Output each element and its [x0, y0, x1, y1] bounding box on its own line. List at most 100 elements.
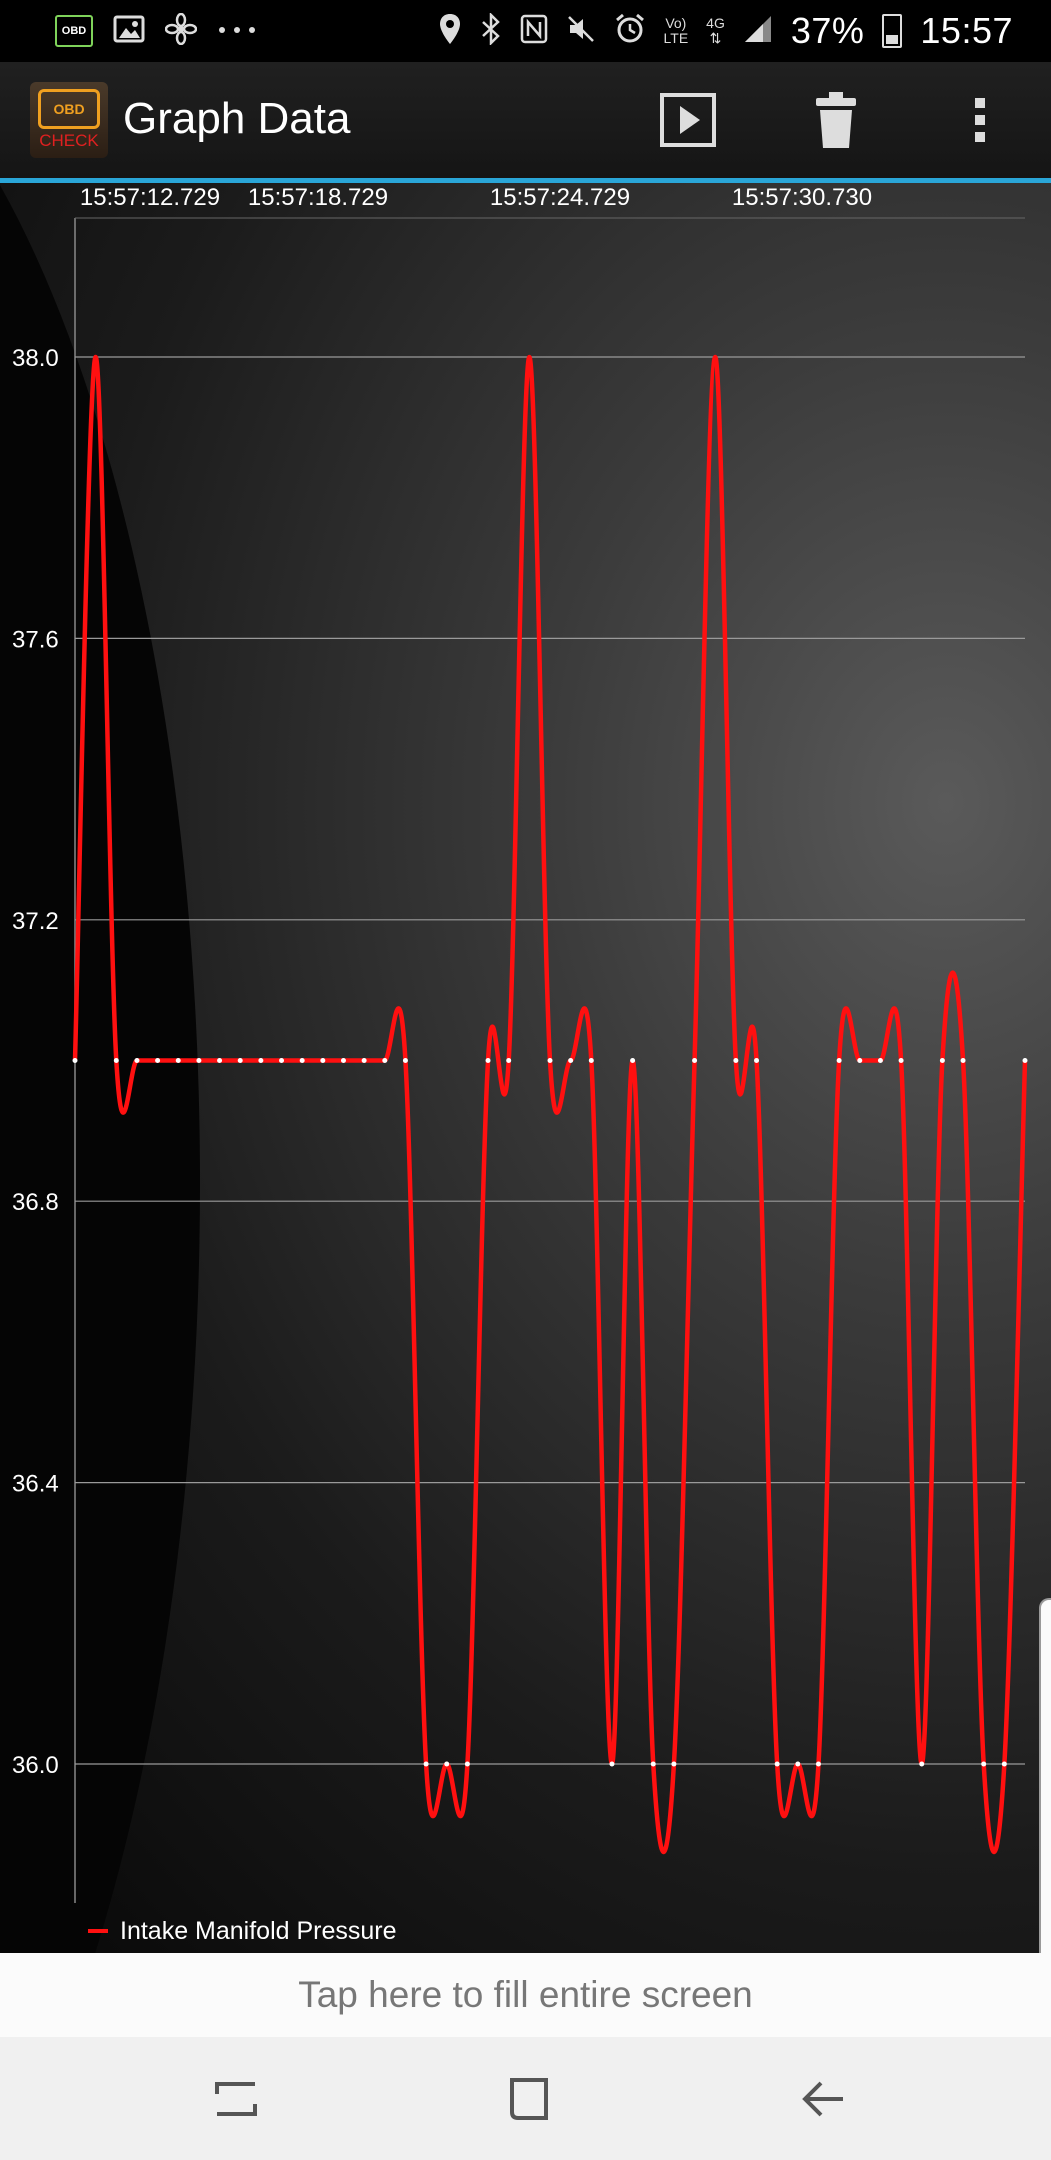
recent-apps-button[interactable] — [204, 2067, 268, 2131]
data-point — [217, 1058, 223, 1063]
data-point — [588, 1058, 594, 1063]
home-button[interactable] — [497, 2067, 561, 2131]
data-point — [175, 1058, 181, 1063]
data-point — [650, 1761, 656, 1767]
data-point — [258, 1058, 264, 1063]
data-point — [877, 1058, 883, 1063]
x-tick-label: 15:57:18.729 — [248, 184, 388, 211]
data-point — [857, 1058, 863, 1063]
overflow-menu-button[interactable] — [950, 90, 1010, 150]
data-point — [733, 1058, 739, 1063]
image-icon — [113, 14, 145, 49]
y-tick-label: 37.6 — [12, 626, 59, 653]
data-point — [279, 1058, 285, 1063]
x-tick-label: 15:57:12.729 — [80, 184, 220, 211]
data-point — [444, 1761, 450, 1767]
data-point — [836, 1058, 842, 1063]
app-logo-top-label: OBD — [53, 101, 85, 117]
data-point — [382, 1058, 388, 1063]
data-point — [134, 1058, 140, 1063]
x-tick-label: 15:57:30.730 — [732, 184, 872, 211]
home-icon — [510, 2078, 548, 2120]
data-point — [72, 1058, 78, 1063]
battery-percent: 37% — [790, 10, 865, 51]
data-point — [898, 1058, 904, 1063]
data-point — [547, 1058, 553, 1063]
status-bar-system: Vo) LTE 4G ⇅ 37% 15:57 — [438, 6, 1013, 56]
volte-indicator: Vo) LTE — [664, 16, 689, 46]
battery-icon — [882, 14, 903, 48]
data-point — [939, 1058, 945, 1063]
data-point — [299, 1058, 305, 1063]
y-tick-label: 38.0 — [12, 345, 59, 372]
app-bar: OBD CHECK Graph Data — [0, 62, 1051, 183]
status-bar: OBD Vo) LTE 4G ⇅ 37% 15:57 — [0, 0, 1051, 62]
navigation-bar — [0, 2037, 1051, 2160]
network-4g-indicator: 4G ⇅ — [706, 16, 725, 46]
fill-screen-label: Tap here to fill entire screen — [298, 1974, 753, 2015]
network-4g-label: 4G — [706, 15, 725, 31]
data-point — [320, 1058, 326, 1063]
line-chart[interactable]: 38.0 37.6 37.2 36.8 36.4 36.0 15:57:12.729 15:5… — [0, 183, 1051, 1953]
volte-bottom-label: LTE — [663, 30, 689, 46]
x-tick-label: 15:57:24.729 — [490, 184, 630, 211]
y-tick-label: 36.4 — [12, 1471, 59, 1498]
data-point — [1022, 1058, 1028, 1063]
data-point — [361, 1058, 367, 1063]
data-point — [464, 1761, 470, 1767]
recent-apps-icon — [215, 2082, 257, 2116]
back-arrow-icon — [802, 2081, 843, 2117]
app-logo-label: CHECK — [39, 131, 99, 150]
data-point — [981, 1761, 987, 1767]
data-point — [754, 1058, 760, 1063]
data-point — [919, 1761, 925, 1767]
data-point — [506, 1058, 512, 1063]
fill-screen-banner[interactable]: Tap here to fill entire screen — [0, 1953, 1051, 2037]
data-point — [692, 1058, 698, 1063]
status-bar-notifications: OBD — [55, 10, 257, 52]
series-line — [72, 354, 1028, 1855]
data-point — [155, 1058, 161, 1063]
chart-legend: Intake Manifold Pressure — [88, 1911, 397, 1951]
data-point — [815, 1761, 821, 1767]
signal-icon — [743, 14, 773, 49]
app-logo: OBD CHECK — [30, 82, 108, 158]
data-point — [113, 1058, 119, 1063]
delete-button[interactable] — [806, 90, 866, 150]
play-icon — [660, 93, 716, 147]
page-title: Graph Data — [123, 94, 351, 143]
volte-top-label: Vo) — [665, 15, 687, 31]
data-point — [671, 1761, 677, 1767]
nfc-icon — [520, 14, 548, 49]
obd-notification-icon: OBD — [55, 15, 93, 47]
back-button[interactable] — [792, 2067, 856, 2131]
legend-label: Intake Manifold Pressure — [120, 1916, 397, 1945]
data-point — [609, 1761, 615, 1767]
mute-icon — [566, 14, 596, 49]
data-point — [795, 1761, 801, 1767]
data-point — [568, 1058, 574, 1063]
legend-swatch — [88, 1929, 108, 1933]
data-point — [485, 1058, 491, 1063]
data-point — [340, 1058, 346, 1063]
data-point — [774, 1761, 780, 1767]
y-tick-label: 36.8 — [12, 1189, 59, 1216]
play-button[interactable] — [658, 90, 718, 150]
data-point — [196, 1058, 202, 1063]
trash-icon — [816, 92, 856, 148]
y-tick-label: 37.2 — [12, 908, 59, 935]
data-point — [630, 1058, 636, 1063]
engine-icon: OBD — [38, 89, 100, 129]
chart-area[interactable]: 38.0 37.6 37.2 36.8 36.4 36.0 15:57:12.729 15:5… — [0, 183, 1051, 1953]
alarm-icon — [614, 13, 646, 50]
bluetooth-icon — [480, 11, 502, 50]
fan-icon — [164, 12, 198, 50]
data-point — [237, 1058, 243, 1063]
y-tick-label: 36.0 — [12, 1752, 59, 1779]
obd-notification-label: OBD — [61, 25, 87, 37]
data-point — [423, 1761, 429, 1767]
data-point — [1001, 1761, 1007, 1767]
location-icon — [438, 12, 462, 51]
data-arrows-icon: ⇅ — [709, 30, 722, 46]
more-vertical-icon — [975, 98, 985, 142]
